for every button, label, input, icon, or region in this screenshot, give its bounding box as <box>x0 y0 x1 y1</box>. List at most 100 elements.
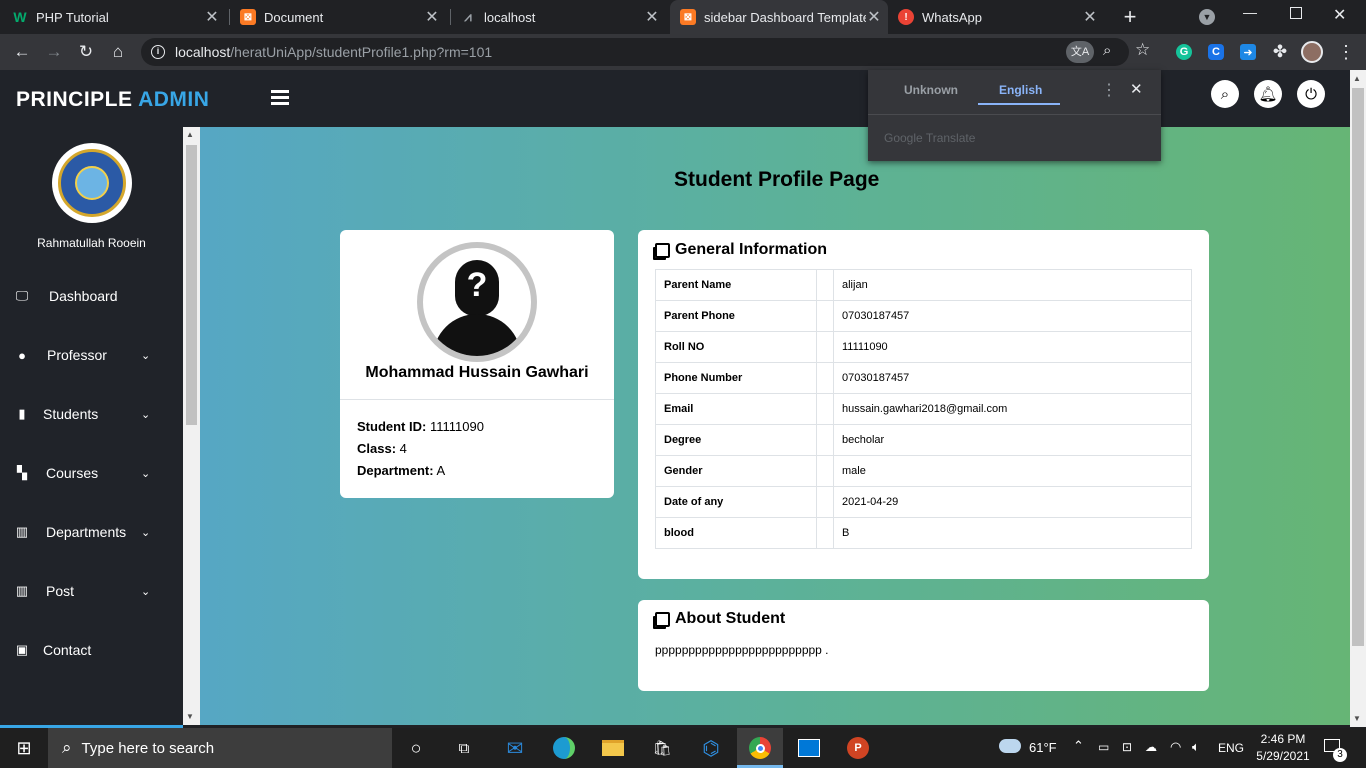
bell-icon[interactable]: 🔔︎ <box>1254 80 1282 108</box>
student-id-label: Student ID: <box>357 419 427 434</box>
language-indicator[interactable]: ENG <box>1218 741 1244 755</box>
reload-icon[interactable]: ↻ <box>74 40 98 64</box>
chevron-up-icon[interactable]: ⌃ <box>1073 738 1084 754</box>
building-icon: ▥ <box>15 583 29 598</box>
nav-professor[interactable]: ● Professor ⌄ <box>0 335 183 375</box>
grammarly-icon[interactable]: G <box>1172 40 1196 64</box>
table-row: blood B <box>655 517 1192 549</box>
chrome-menu-icon[interactable]: ⋮ <box>1334 40 1358 64</box>
tab-title: sidebar Dashboard Template <box>704 9 866 25</box>
info-icon[interactable]: i <box>151 45 165 59</box>
general-info-heading: General Information <box>655 241 827 259</box>
translate-tab-unknown[interactable]: Unknown <box>904 83 958 97</box>
profile-avatar-icon[interactable] <box>1300 40 1324 64</box>
nav-courses[interactable]: ▚ Courses ⌄ <box>0 453 183 493</box>
mail-icon[interactable]: ✉ <box>501 734 529 762</box>
general-info-card: General Information Parent Name alijan Par… <box>638 230 1209 579</box>
tab-sidebar-dashboard[interactable]: ⊠ sidebar Dashboard Template ✕ <box>670 0 888 34</box>
xampp-icon: ⊠ <box>680 9 696 25</box>
zoom-icon[interactable]: ⌕ <box>1103 42 1111 59</box>
new-tab-button[interactable]: + <box>1120 5 1140 29</box>
scroll-down-arrow-icon[interactable]: ▼ <box>186 712 194 721</box>
page-scrollbar-thumb[interactable] <box>1352 88 1364 646</box>
table-row: Date of any 2021-04-29 <box>655 486 1192 518</box>
powerpoint-icon[interactable]: P <box>844 734 872 762</box>
windows-start-icon[interactable]: ⊞ <box>10 734 38 762</box>
extension-arrow-icon[interactable]: ➜ <box>1236 40 1260 64</box>
minimize-icon[interactable]: — <box>1243 4 1257 20</box>
clock-date[interactable]: 5/29/2021 <box>1253 749 1313 763</box>
close-icon[interactable]: ✕ <box>204 7 220 27</box>
extensions-puzzle-icon[interactable]: ✤ <box>1268 40 1292 64</box>
department-line: Department: A <box>357 463 445 478</box>
row-spacer <box>816 424 834 456</box>
address-bar[interactable]: i localhost /heratUniApp/studentProfile1… <box>141 38 1150 66</box>
forward-icon[interactable]: → <box>42 40 66 64</box>
chrome-icon[interactable] <box>746 734 774 762</box>
edge-icon[interactable] <box>550 734 578 762</box>
search-icon[interactable]: ⌕ <box>1211 80 1239 108</box>
department-label: Department: <box>357 463 434 478</box>
restore-icon[interactable] <box>1290 7 1302 19</box>
hamburger-menu-icon[interactable] <box>271 90 289 106</box>
close-icon[interactable]: ✕ <box>1082 7 1098 27</box>
nav-contact[interactable]: ▣ Contact <box>0 630 183 670</box>
tab-localhost[interactable]: ⩘ localhost ✕ <box>460 0 666 34</box>
volume-icon[interactable]: 🔈︎ <box>1192 739 1200 755</box>
nav-label: Departments <box>46 524 127 540</box>
wifi-icon[interactable]: ◠ <box>1170 739 1181 755</box>
scroll-up-arrow-icon[interactable]: ▲ <box>186 130 194 139</box>
nav-post[interactable]: ▥ Post ⌄ <box>0 571 183 611</box>
nav-departments[interactable]: ▥ Departments ⌄ <box>0 512 183 552</box>
taskbar-search[interactable]: ⌕ Type here to search <box>48 728 392 768</box>
more-options-icon[interactable]: ⋮ <box>1101 80 1117 100</box>
close-icon[interactable]: ✕ <box>1130 80 1143 98</box>
translate-icon[interactable]: 文A <box>1066 41 1094 63</box>
row-value: becholar <box>833 424 1192 456</box>
tab-document[interactable]: ⊠ Document ✕ <box>240 0 446 34</box>
department-value: A <box>436 463 446 478</box>
sidebar-scrollbar-thumb[interactable] <box>186 145 197 425</box>
tab-php-tutorial[interactable]: W PHP Tutorial ✕ <box>12 0 226 34</box>
teacher-icon: ▚ <box>17 465 27 480</box>
back-icon[interactable]: ← <box>10 40 34 64</box>
photos-icon[interactable] <box>795 734 823 762</box>
extension-c-icon[interactable]: C <box>1204 40 1228 64</box>
clock-time[interactable]: 2:46 PM <box>1255 732 1311 746</box>
tab-whatsapp[interactable]: ! WhatsApp ✕ <box>898 0 1104 34</box>
weather-temp[interactable]: 61°F <box>1029 740 1057 755</box>
url-host: localhost <box>175 44 231 60</box>
row-label: Gender <box>655 455 817 487</box>
row-value: hussain.gawhari2018@gmail.com <box>833 393 1192 425</box>
profile-card: ? Mohammad Hussain Gawhari Student ID: 1… <box>340 230 614 498</box>
store-icon[interactable]: 🛍︎ <box>648 734 676 762</box>
tab-search-icon[interactable]: ▼ <box>1199 9 1215 25</box>
close-icon[interactable]: ✕ <box>424 7 440 27</box>
nav-students[interactable]: ▮ Students ⌄ <box>0 394 183 434</box>
file-explorer-icon[interactable] <box>599 734 627 762</box>
close-icon[interactable]: ✕ <box>866 7 882 27</box>
translate-tab-english[interactable]: English <box>999 83 1042 97</box>
network-icon[interactable]: ☁ <box>1145 740 1157 754</box>
table-row: Degree becholar <box>655 424 1192 456</box>
scroll-up-arrow-icon[interactable]: ▲ <box>1353 74 1361 83</box>
bookmark-star-icon[interactable]: ☆ <box>1135 40 1150 60</box>
power-icon[interactable]: ⏻ <box>1297 80 1325 108</box>
battery-icon[interactable]: ▭ <box>1098 740 1109 754</box>
home-icon[interactable]: ⌂ <box>106 40 130 64</box>
window-close-icon[interactable]: ✕ <box>1333 5 1346 25</box>
cortana-icon[interactable]: ○ <box>402 734 430 762</box>
vscode-icon[interactable]: ⌬ <box>697 734 725 762</box>
row-label: Parent Name <box>655 269 817 301</box>
active-tab-indicator <box>978 103 1060 105</box>
scroll-down-arrow-icon[interactable]: ▼ <box>1353 714 1361 723</box>
row-spacer <box>816 300 834 332</box>
user-name: Rahmatullah Rooein <box>37 236 146 250</box>
task-view-icon[interactable]: ⧉ <box>450 734 478 762</box>
device-icon[interactable]: ⊡ <box>1122 740 1132 754</box>
row-label: Email <box>655 393 817 425</box>
nav-dashboard[interactable]: 🖵︎ Dashboard <box>0 276 183 316</box>
browser-toolbar: ← → ↻ ⌂ i localhost /heratUniApp/student… <box>0 34 1366 70</box>
table-row: Parent Name alijan <box>655 269 1192 301</box>
close-icon[interactable]: ✕ <box>644 7 660 27</box>
